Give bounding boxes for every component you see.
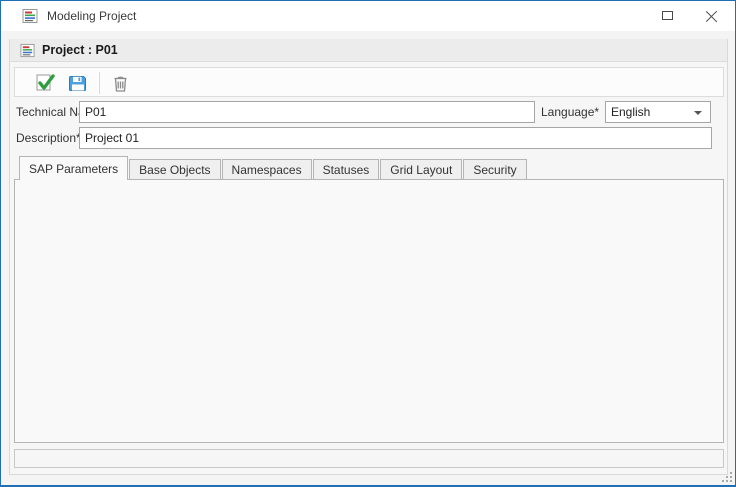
language-label: Language* (541, 101, 599, 123)
technical-name-input[interactable]: P01 (79, 101, 535, 123)
close-button[interactable] (690, 1, 735, 31)
tab-page-sap-parameters (14, 179, 724, 443)
maximize-button[interactable] (645, 1, 690, 31)
validate-button[interactable] (33, 71, 59, 95)
tab-sap-parameters[interactable]: SAP Parameters (19, 156, 128, 180)
toolbar (14, 67, 724, 97)
description-input[interactable]: Project 01 (79, 127, 712, 149)
language-value: English (611, 105, 650, 119)
app-icon (22, 8, 38, 24)
resize-grip[interactable] (720, 470, 732, 482)
tab-security[interactable]: Security (463, 159, 526, 180)
save-icon (68, 73, 88, 93)
language-dropdown[interactable]: English (605, 101, 711, 123)
tab-strip: SAP Parameters Base Objects Namespaces S… (19, 156, 528, 180)
toolbar-separator (99, 72, 100, 94)
maximize-icon (662, 11, 673, 20)
delete-button[interactable] (107, 71, 133, 95)
tab-base-objects[interactable]: Base Objects (129, 159, 220, 180)
tab-namespaces[interactable]: Namespaces (222, 159, 312, 180)
chevron-down-icon (694, 111, 702, 115)
check-icon (35, 72, 57, 94)
project-header: Project : P01 (10, 39, 727, 62)
project-icon (20, 43, 35, 58)
close-icon (706, 10, 718, 22)
title-bar[interactable]: Modeling Project (1, 1, 735, 31)
tab-grid-layout[interactable]: Grid Layout (380, 159, 462, 180)
modeling-project-dialog: Modeling Project Project : P01 (0, 0, 736, 487)
save-button[interactable] (65, 71, 91, 95)
project-header-title: Project : P01 (42, 39, 118, 62)
description-label: Description* (16, 127, 81, 149)
status-strip (14, 449, 724, 468)
tab-statuses[interactable]: Statuses (313, 159, 380, 180)
trash-icon (111, 74, 130, 93)
window-title: Modeling Project (47, 1, 136, 31)
